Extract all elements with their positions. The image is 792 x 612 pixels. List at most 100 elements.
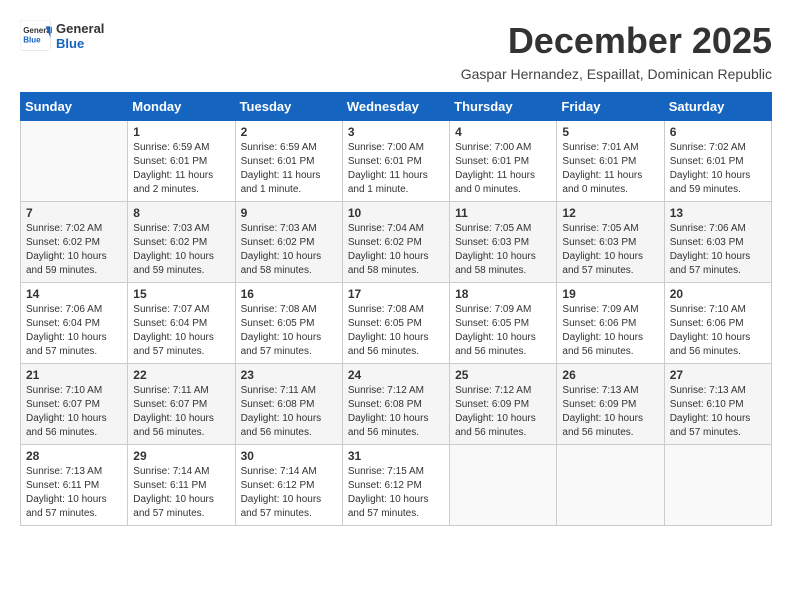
day-info: Sunrise: 7:12 AM Sunset: 6:08 PM Dayligh… [348, 384, 444, 440]
day-number: 21 [26, 368, 122, 382]
day-number: 11 [455, 206, 551, 220]
calendar-day-cell: 9 Sunrise: 7:03 AM Sunset: 6:02 PM Daylig… [235, 202, 342, 283]
calendar-week-row: 28Sunrise: 7:13 AM Sunset: 6:11 PM Dayli… [21, 445, 772, 526]
calendar-day-cell [557, 445, 664, 526]
calendar-day-cell: 27 Sunrise: 7:13 AM Sunset: 6:10 PM Dayli… [664, 364, 771, 445]
header-thursday: Thursday [450, 93, 557, 121]
day-number: 18 [455, 287, 551, 301]
subtitle: Gaspar Hernandez, Espaillat, Dominican R… [20, 66, 772, 82]
calendar-day-cell [450, 445, 557, 526]
day-number: 27 [670, 368, 766, 382]
day-info: Sunrise: 6:59 AM Sunset: 6:01 PM Dayligh… [241, 141, 337, 197]
logo-text: General Blue [56, 21, 104, 51]
calendar-day-cell: 3 Sunrise: 7:00 AM Sunset: 6:01 PM Daylig… [342, 121, 449, 202]
calendar-week-row: 21 Sunrise: 7:10 AM Sunset: 6:07 PM Dayli… [21, 364, 772, 445]
header: General Blue General Blue December 2025 [20, 20, 772, 62]
header-friday: Friday [557, 93, 664, 121]
day-info: Sunrise: 7:14 AM Sunset: 6:11 PM Dayligh… [133, 465, 229, 521]
calendar-table: Sunday Monday Tuesday Wednesday Thursday… [20, 92, 772, 526]
day-info: Sunrise: 7:06 AM Sunset: 6:04 PM Dayligh… [26, 303, 122, 359]
day-number: 31 [348, 449, 444, 463]
header-wednesday: Wednesday [342, 93, 449, 121]
day-info: Sunrise: 7:08 AM Sunset: 6:05 PM Dayligh… [348, 303, 444, 359]
header-monday: Monday [128, 93, 235, 121]
calendar-day-cell [664, 445, 771, 526]
calendar-day-cell: 24 Sunrise: 7:12 AM Sunset: 6:08 PM Dayli… [342, 364, 449, 445]
calendar-day-cell: 13Sunrise: 7:06 AM Sunset: 6:03 PM Dayli… [664, 202, 771, 283]
calendar-day-cell: 30Sunrise: 7:14 AM Sunset: 6:12 PM Dayli… [235, 445, 342, 526]
page-container: General Blue General Blue December 2025 … [20, 20, 772, 526]
calendar-day-cell: 28Sunrise: 7:13 AM Sunset: 6:11 PM Dayli… [21, 445, 128, 526]
day-info: Sunrise: 7:03 AM Sunset: 6:02 PM Dayligh… [133, 222, 229, 278]
calendar-day-cell: 2 Sunrise: 6:59 AM Sunset: 6:01 PM Daylig… [235, 121, 342, 202]
day-info: Sunrise: 7:13 AM Sunset: 6:09 PM Dayligh… [562, 384, 658, 440]
day-number: 12 [562, 206, 658, 220]
day-number: 1 [133, 125, 229, 139]
calendar-day-cell: 18 Sunrise: 7:09 AM Sunset: 6:05 PM Dayli… [450, 283, 557, 364]
header-saturday: Saturday [664, 93, 771, 121]
calendar-day-cell: 7 Sunrise: 7:02 AM Sunset: 6:02 PM Daylig… [21, 202, 128, 283]
day-info: Sunrise: 7:07 AM Sunset: 6:04 PM Dayligh… [133, 303, 229, 359]
day-number: 30 [241, 449, 337, 463]
day-info: Sunrise: 7:06 AM Sunset: 6:03 PM Dayligh… [670, 222, 766, 278]
day-number: 17 [348, 287, 444, 301]
calendar-day-cell: 14 Sunrise: 7:06 AM Sunset: 6:04 PM Dayli… [21, 283, 128, 364]
calendar-day-cell: 31 Sunrise: 7:15 AM Sunset: 6:12 PM Dayli… [342, 445, 449, 526]
day-number: 7 [26, 206, 122, 220]
calendar-day-cell: 8 Sunrise: 7:03 AM Sunset: 6:02 PM Daylig… [128, 202, 235, 283]
day-number: 20 [670, 287, 766, 301]
calendar-day-cell: 4Sunrise: 7:00 AM Sunset: 6:01 PM Daylig… [450, 121, 557, 202]
day-number: 4 [455, 125, 551, 139]
calendar-day-cell: 17 Sunrise: 7:08 AM Sunset: 6:05 PM Dayli… [342, 283, 449, 364]
day-info: Sunrise: 7:05 AM Sunset: 6:03 PM Dayligh… [455, 222, 551, 278]
calendar-week-row: 7 Sunrise: 7:02 AM Sunset: 6:02 PM Daylig… [21, 202, 772, 283]
day-number: 15 [133, 287, 229, 301]
month-title: December 2025 [508, 20, 772, 62]
day-number: 14 [26, 287, 122, 301]
day-number: 22 [133, 368, 229, 382]
day-info: Sunrise: 7:05 AM Sunset: 6:03 PM Dayligh… [562, 222, 658, 278]
day-info: Sunrise: 7:15 AM Sunset: 6:12 PM Dayligh… [348, 465, 444, 521]
day-info: Sunrise: 7:03 AM Sunset: 6:02 PM Dayligh… [241, 222, 337, 278]
day-number: 6 [670, 125, 766, 139]
day-number: 10 [348, 206, 444, 220]
day-number: 8 [133, 206, 229, 220]
day-info: Sunrise: 7:10 AM Sunset: 6:07 PM Dayligh… [26, 384, 122, 440]
day-number: 3 [348, 125, 444, 139]
header-tuesday: Tuesday [235, 93, 342, 121]
day-number: 25 [455, 368, 551, 382]
calendar-header-row: Sunday Monday Tuesday Wednesday Thursday… [21, 93, 772, 121]
calendar-day-cell [21, 121, 128, 202]
calendar-day-cell: 6Sunrise: 7:02 AM Sunset: 6:01 PM Daylig… [664, 121, 771, 202]
day-number: 2 [241, 125, 337, 139]
svg-text:Blue: Blue [23, 35, 41, 44]
title-area: December 2025 [508, 20, 772, 62]
calendar-day-cell: 19Sunrise: 7:09 AM Sunset: 6:06 PM Dayli… [557, 283, 664, 364]
day-info: Sunrise: 6:59 AM Sunset: 6:01 PM Dayligh… [133, 141, 229, 197]
calendar-day-cell: 11 Sunrise: 7:05 AM Sunset: 6:03 PM Dayli… [450, 202, 557, 283]
calendar-day-cell: 29Sunrise: 7:14 AM Sunset: 6:11 PM Dayli… [128, 445, 235, 526]
logo-area: General Blue General Blue [20, 20, 104, 52]
day-info: Sunrise: 7:09 AM Sunset: 6:06 PM Dayligh… [562, 303, 658, 359]
day-info: Sunrise: 7:02 AM Sunset: 6:02 PM Dayligh… [26, 222, 122, 278]
day-number: 28 [26, 449, 122, 463]
day-number: 9 [241, 206, 337, 220]
calendar-day-cell: 1 Sunrise: 6:59 AM Sunset: 6:01 PM Daylig… [128, 121, 235, 202]
day-info: Sunrise: 7:04 AM Sunset: 6:02 PM Dayligh… [348, 222, 444, 278]
calendar-day-cell: 26 Sunrise: 7:13 AM Sunset: 6:09 PM Dayli… [557, 364, 664, 445]
calendar-day-cell: 21 Sunrise: 7:10 AM Sunset: 6:07 PM Dayli… [21, 364, 128, 445]
calendar-day-cell: 23 Sunrise: 7:11 AM Sunset: 6:08 PM Dayli… [235, 364, 342, 445]
day-info: Sunrise: 7:12 AM Sunset: 6:09 PM Dayligh… [455, 384, 551, 440]
day-number: 24 [348, 368, 444, 382]
day-number: 23 [241, 368, 337, 382]
day-info: Sunrise: 7:11 AM Sunset: 6:08 PM Dayligh… [241, 384, 337, 440]
day-info: Sunrise: 7:00 AM Sunset: 6:01 PM Dayligh… [348, 141, 444, 197]
calendar-day-cell: 10 Sunrise: 7:04 AM Sunset: 6:02 PM Dayli… [342, 202, 449, 283]
calendar-day-cell: 12 Sunrise: 7:05 AM Sunset: 6:03 PM Dayli… [557, 202, 664, 283]
day-number: 26 [562, 368, 658, 382]
logo-icon: General Blue [20, 20, 52, 52]
day-info: Sunrise: 7:13 AM Sunset: 6:10 PM Dayligh… [670, 384, 766, 440]
calendar-day-cell: 5Sunrise: 7:01 AM Sunset: 6:01 PM Daylig… [557, 121, 664, 202]
day-info: Sunrise: 7:09 AM Sunset: 6:05 PM Dayligh… [455, 303, 551, 359]
calendar-day-cell: 15 Sunrise: 7:07 AM Sunset: 6:04 PM Dayli… [128, 283, 235, 364]
